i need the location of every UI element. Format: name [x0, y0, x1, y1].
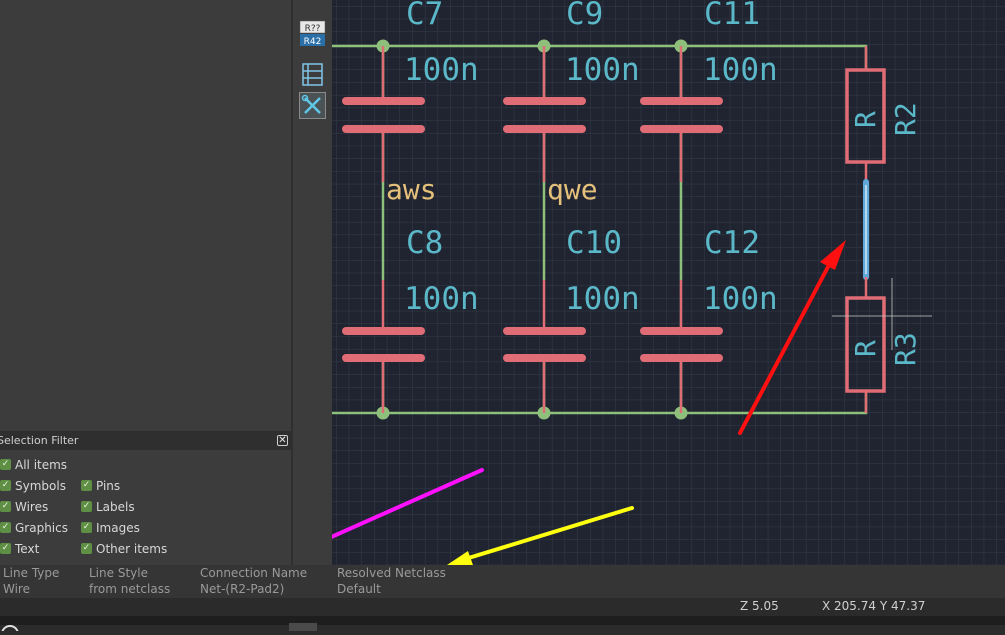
annotate-label-top: R??	[305, 24, 321, 34]
ref-c8: C8	[406, 225, 443, 261]
prop-value: Net-(R2-Pad2)	[200, 582, 285, 596]
bus-layout-button[interactable]	[299, 61, 326, 88]
ref-c9: C9	[566, 0, 603, 32]
close-icon[interactable]: ✕	[277, 435, 288, 446]
checkbox-checked-icon[interactable]: ✓	[81, 543, 92, 554]
partial-icon	[1, 625, 19, 635]
filter-label: Images	[96, 521, 140, 535]
partial-button	[289, 623, 317, 631]
value-c9: 100n	[565, 52, 640, 88]
bottom-toolbar-strip	[0, 616, 1005, 635]
value-c11: 100n	[703, 52, 778, 88]
checkbox-checked-icon[interactable]: ✓	[81, 480, 92, 491]
checkbox-checked-icon[interactable]: ✓	[0, 480, 11, 491]
filter-label: Wires	[15, 500, 49, 514]
checkbox-checked-icon[interactable]: ✓	[0, 543, 11, 554]
ref-c10: C10	[566, 225, 622, 261]
checkbox-checked-icon[interactable]: ✓	[0, 459, 11, 470]
table-layout-icon	[302, 63, 323, 86]
prop-value: Wire	[3, 582, 30, 596]
prop-value: from netclass	[89, 582, 171, 596]
schematic-canvas[interactable]: C7 100n C9 100n C11 100n C8 100n C10 100…	[332, 0, 1005, 565]
filter-label: Labels	[96, 500, 135, 514]
net-label-qwe: qwe	[547, 173, 598, 206]
status-bar: Z 5.05 X 205.74 Y 47.37	[0, 598, 1005, 616]
filter-label: Text	[15, 542, 40, 556]
ref-c12: C12	[704, 225, 760, 261]
value-c8: 100n	[404, 281, 479, 317]
checkbox-checked-icon[interactable]: ✓	[0, 501, 11, 512]
prop-value: Default	[337, 582, 381, 596]
ref-c11: C11	[704, 0, 760, 32]
net-label-aws: aws	[386, 173, 437, 206]
value-r2: R	[849, 111, 882, 128]
tools-button[interactable]	[299, 92, 326, 119]
ref-r3: R3	[889, 332, 922, 366]
annotate-label-bottom: R42	[304, 37, 322, 47]
annotate-tool-button[interactable]: R?? R42	[299, 20, 326, 47]
prop-key: Connection Name	[200, 566, 308, 580]
value-c10: 100n	[565, 281, 640, 317]
filter-label: Pins	[96, 479, 121, 493]
selection-filter-title: Selection Filter	[0, 434, 79, 447]
prop-key: Resolved Netclass	[337, 566, 446, 580]
checkbox-checked-icon[interactable]: ✓	[0, 522, 11, 533]
filter-label: All items	[15, 458, 68, 472]
cursor-coordinates: X 205.74 Y 47.37	[822, 599, 926, 613]
prop-key: Line Type	[3, 566, 60, 580]
filter-label: Other items	[96, 542, 168, 556]
prop-key: Line Style	[89, 566, 148, 580]
value-c12: 100n	[703, 281, 778, 317]
ref-r2: R2	[889, 102, 922, 136]
properties-bar: Line Type Wire Line Style from netclass …	[0, 565, 1005, 598]
ref-c7: C7	[406, 0, 443, 32]
hierarchy-panel	[0, 0, 291, 430]
selection-filter-panel: Selection Filter ✕ ✓ All items ✓ Symbols…	[0, 430, 291, 565]
filter-label: Symbols	[15, 479, 66, 493]
checkbox-checked-icon[interactable]: ✓	[81, 522, 92, 533]
value-c7: 100n	[404, 52, 479, 88]
filter-label: Graphics	[15, 521, 68, 535]
zoom-readout: Z 5.05	[740, 599, 779, 613]
selection-filter-header: Selection Filter ✕	[0, 431, 291, 450]
partial-tool-icon[interactable]	[299, 0, 326, 4]
vertical-toolbar: R?? R42	[293, 0, 332, 565]
annotate-icon: R?? R42	[299, 20, 326, 47]
checkbox-checked-icon[interactable]: ✓	[81, 501, 92, 512]
wrench-screwdriver-icon	[301, 94, 321, 114]
value-r3: R	[849, 340, 882, 357]
